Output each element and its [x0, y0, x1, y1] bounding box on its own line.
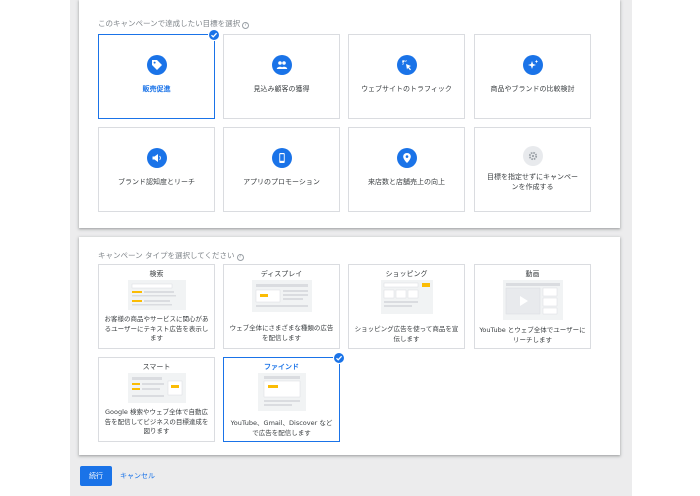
goal-card-traffic[interactable]: ウェブサイトのトラフィック	[348, 34, 465, 119]
goal-card-store-visits[interactable]: 来店数と店舗売上の向上	[348, 127, 465, 212]
gear-icon	[522, 146, 543, 166]
help-icon[interactable]: ?	[236, 254, 244, 261]
selected-check-icon	[208, 29, 220, 41]
shopping-ad-illustration	[380, 280, 433, 318]
goal-label: アプリのプロモーション	[243, 178, 320, 186]
goal-label: 販売促進	[142, 85, 171, 93]
campaign-type-panel: キャンペーン タイプを選択してください? 検索 お客様の商品やサービスに関心があ…	[79, 237, 620, 455]
video-ad-illustration	[502, 280, 563, 324]
type-card-shopping[interactable]: ショッピング ショッピング広告を使って商品を宣伝します	[348, 264, 465, 349]
goal-label: ブランド認知度とリーチ	[118, 178, 195, 186]
type-card-search[interactable]: 検索 お客様の商品やサービスに関心があるユーザーにテキスト広告を表示します	[98, 264, 215, 349]
type-title: スマート	[142, 363, 171, 371]
type-description: ショッピング広告を使って商品を宣伝します	[354, 325, 459, 343]
megaphone-icon	[146, 148, 167, 168]
sparkle-icon	[522, 55, 543, 75]
tag-icon	[146, 55, 167, 75]
goal-label: ウェブサイトのトラフィック	[361, 85, 452, 93]
goal-card-leads[interactable]: 見込み顧客の獲得	[223, 34, 340, 119]
goal-label: 見込み顧客の獲得	[253, 85, 310, 93]
goal-card-brand-awareness[interactable]: ブランド認知度とリーチ	[98, 127, 215, 212]
search-ad-illustration	[127, 280, 186, 314]
cursor-click-icon	[396, 55, 417, 75]
type-card-smart[interactable]: スマート Google 検索やウェブ全体で自動広告を配信してビジネスの目標達成を…	[98, 357, 215, 442]
goal-label: 目標を指定せずにキャンペーンを作成する	[487, 173, 578, 191]
type-description: YouTube とウェブ全体でユーザーにリーチします	[479, 326, 586, 344]
smart-ad-illustration	[127, 373, 186, 407]
goal-card-sales[interactable]: 販売促進	[98, 29, 220, 119]
type-title: 検索	[149, 270, 164, 278]
type-card-discovery[interactable]: ファインド YouTube、Gmail、Discover などで広告を配信します	[223, 352, 345, 442]
type-card-display[interactable]: ディスプレイ ウェブ全体にさまざまな種類の広告を配信します	[223, 264, 340, 349]
phone-icon	[271, 148, 292, 168]
people-icon	[271, 55, 292, 75]
type-section-title-text: キャンペーン タイプを選択してください	[98, 251, 235, 260]
type-description: Google 検索やウェブ全体で自動広告を配信してビジネスの目標達成を図ります	[104, 408, 209, 435]
goal-section-title-text: このキャンペーンで達成したい目標を選択	[98, 19, 241, 28]
type-card-video[interactable]: 動画 YouTube とウェブ全体でユーザーにリーチします	[474, 264, 591, 349]
goal-card-app-promotion[interactable]: アプリのプロモーション	[223, 127, 340, 212]
type-description: YouTube、Gmail、Discover などで広告を配信します	[230, 419, 333, 437]
type-title: ファインド	[264, 363, 299, 371]
goal-card-no-goal[interactable]: 目標を指定せずにキャンペーンを作成する	[474, 127, 591, 212]
type-description: お客様の商品やサービスに関心があるユーザーにテキスト広告を表示します	[104, 315, 209, 342]
type-title: 動画	[525, 270, 540, 278]
discovery-ad-illustration	[257, 373, 306, 415]
goal-section-title: このキャンペーンで達成したい目標を選択?	[98, 18, 250, 29]
continue-button[interactable]: 続行	[80, 466, 112, 486]
type-description: ウェブ全体にさまざまな種類の広告を配信します	[229, 324, 334, 342]
goal-selection-panel: このキャンペーンで達成したい目標を選択? 販売促進 見込み顧客の獲得 ウェブサイ…	[79, 0, 620, 228]
goal-label: 来店数と店舗売上の向上	[368, 178, 445, 186]
goal-card-consideration[interactable]: 商品やブランドの比較検討	[474, 34, 591, 119]
display-ad-illustration	[251, 280, 312, 316]
location-pin-icon	[396, 148, 417, 168]
help-icon[interactable]: ?	[242, 22, 250, 29]
goal-label: 商品やブランドの比較検討	[490, 85, 575, 93]
type-title: ディスプレイ	[260, 270, 303, 278]
type-section-title: キャンペーン タイプを選択してください?	[98, 250, 244, 261]
type-title: ショッピング	[385, 270, 428, 278]
cancel-button[interactable]: キャンセル	[120, 466, 155, 486]
